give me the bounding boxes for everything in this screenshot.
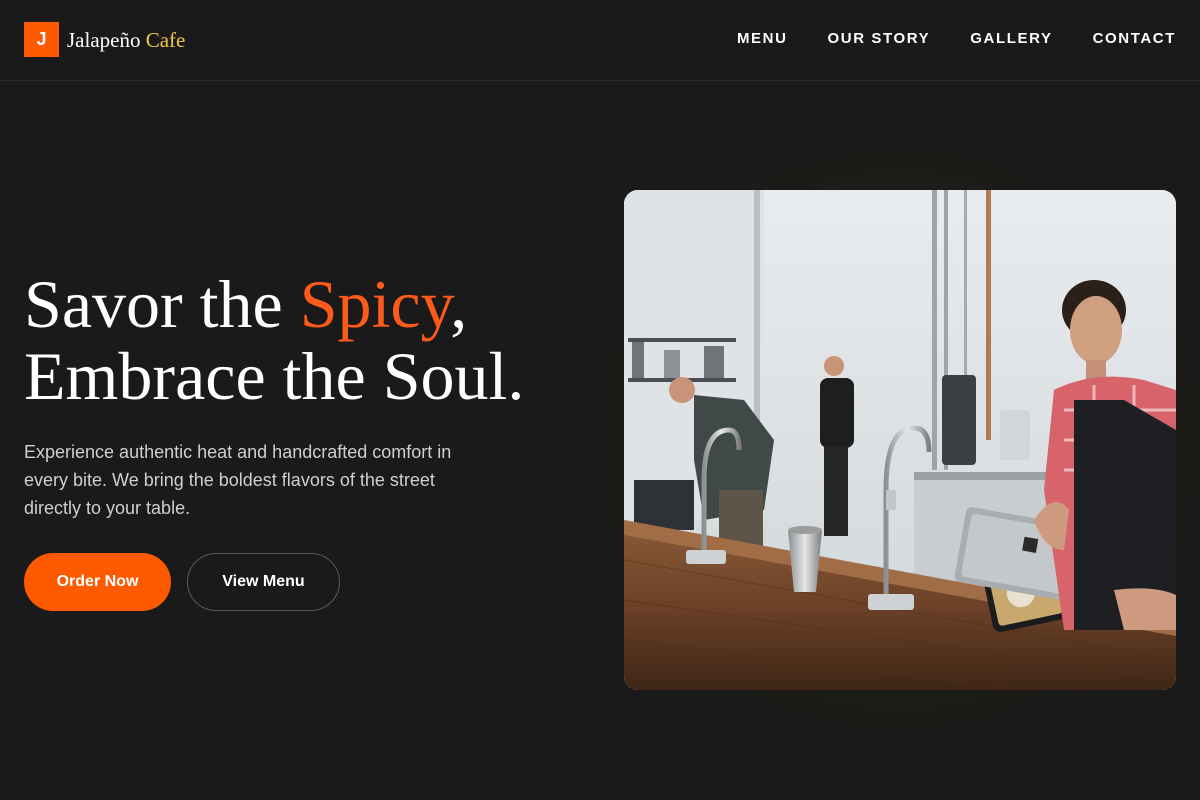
headline-comma: , bbox=[450, 266, 468, 342]
top-navigation-bar: J Jalapeño Cafe MENU OUR STORY GALLERY C… bbox=[0, 0, 1200, 81]
hero-description: Experience authentic heat and handcrafte… bbox=[24, 442, 452, 518]
headline-accent-word: Spicy bbox=[299, 266, 451, 342]
nav-links: MENU OUR STORY GALLERY CONTACT bbox=[737, 30, 1176, 47]
nav-link-menu[interactable]: MENU bbox=[737, 30, 788, 47]
hero-image bbox=[624, 190, 1176, 690]
nav-link-gallery[interactable]: GALLERY bbox=[970, 30, 1052, 47]
nav-link-contact[interactable]: CONTACT bbox=[1093, 30, 1176, 47]
brand-name[interactable]: Jalapeño Cafe bbox=[67, 28, 185, 53]
hero-headline: Savor the Spicy, Embrace the Soul. bbox=[24, 268, 604, 412]
nav-link-our-story[interactable]: OUR STORY bbox=[828, 30, 931, 47]
headline-line-two: Embrace the Soul. bbox=[24, 338, 525, 414]
logo-mark[interactable]: J bbox=[24, 22, 59, 57]
brand-name-primary: Jalapeño bbox=[67, 28, 141, 52]
view-menu-button[interactable]: View Menu bbox=[187, 553, 340, 611]
brand-name-secondary: Cafe bbox=[145, 28, 186, 52]
cafe-scene-illustration bbox=[624, 190, 1176, 690]
order-now-button[interactable]: Order Now bbox=[24, 553, 171, 611]
headline-text: Savor the bbox=[24, 266, 300, 342]
